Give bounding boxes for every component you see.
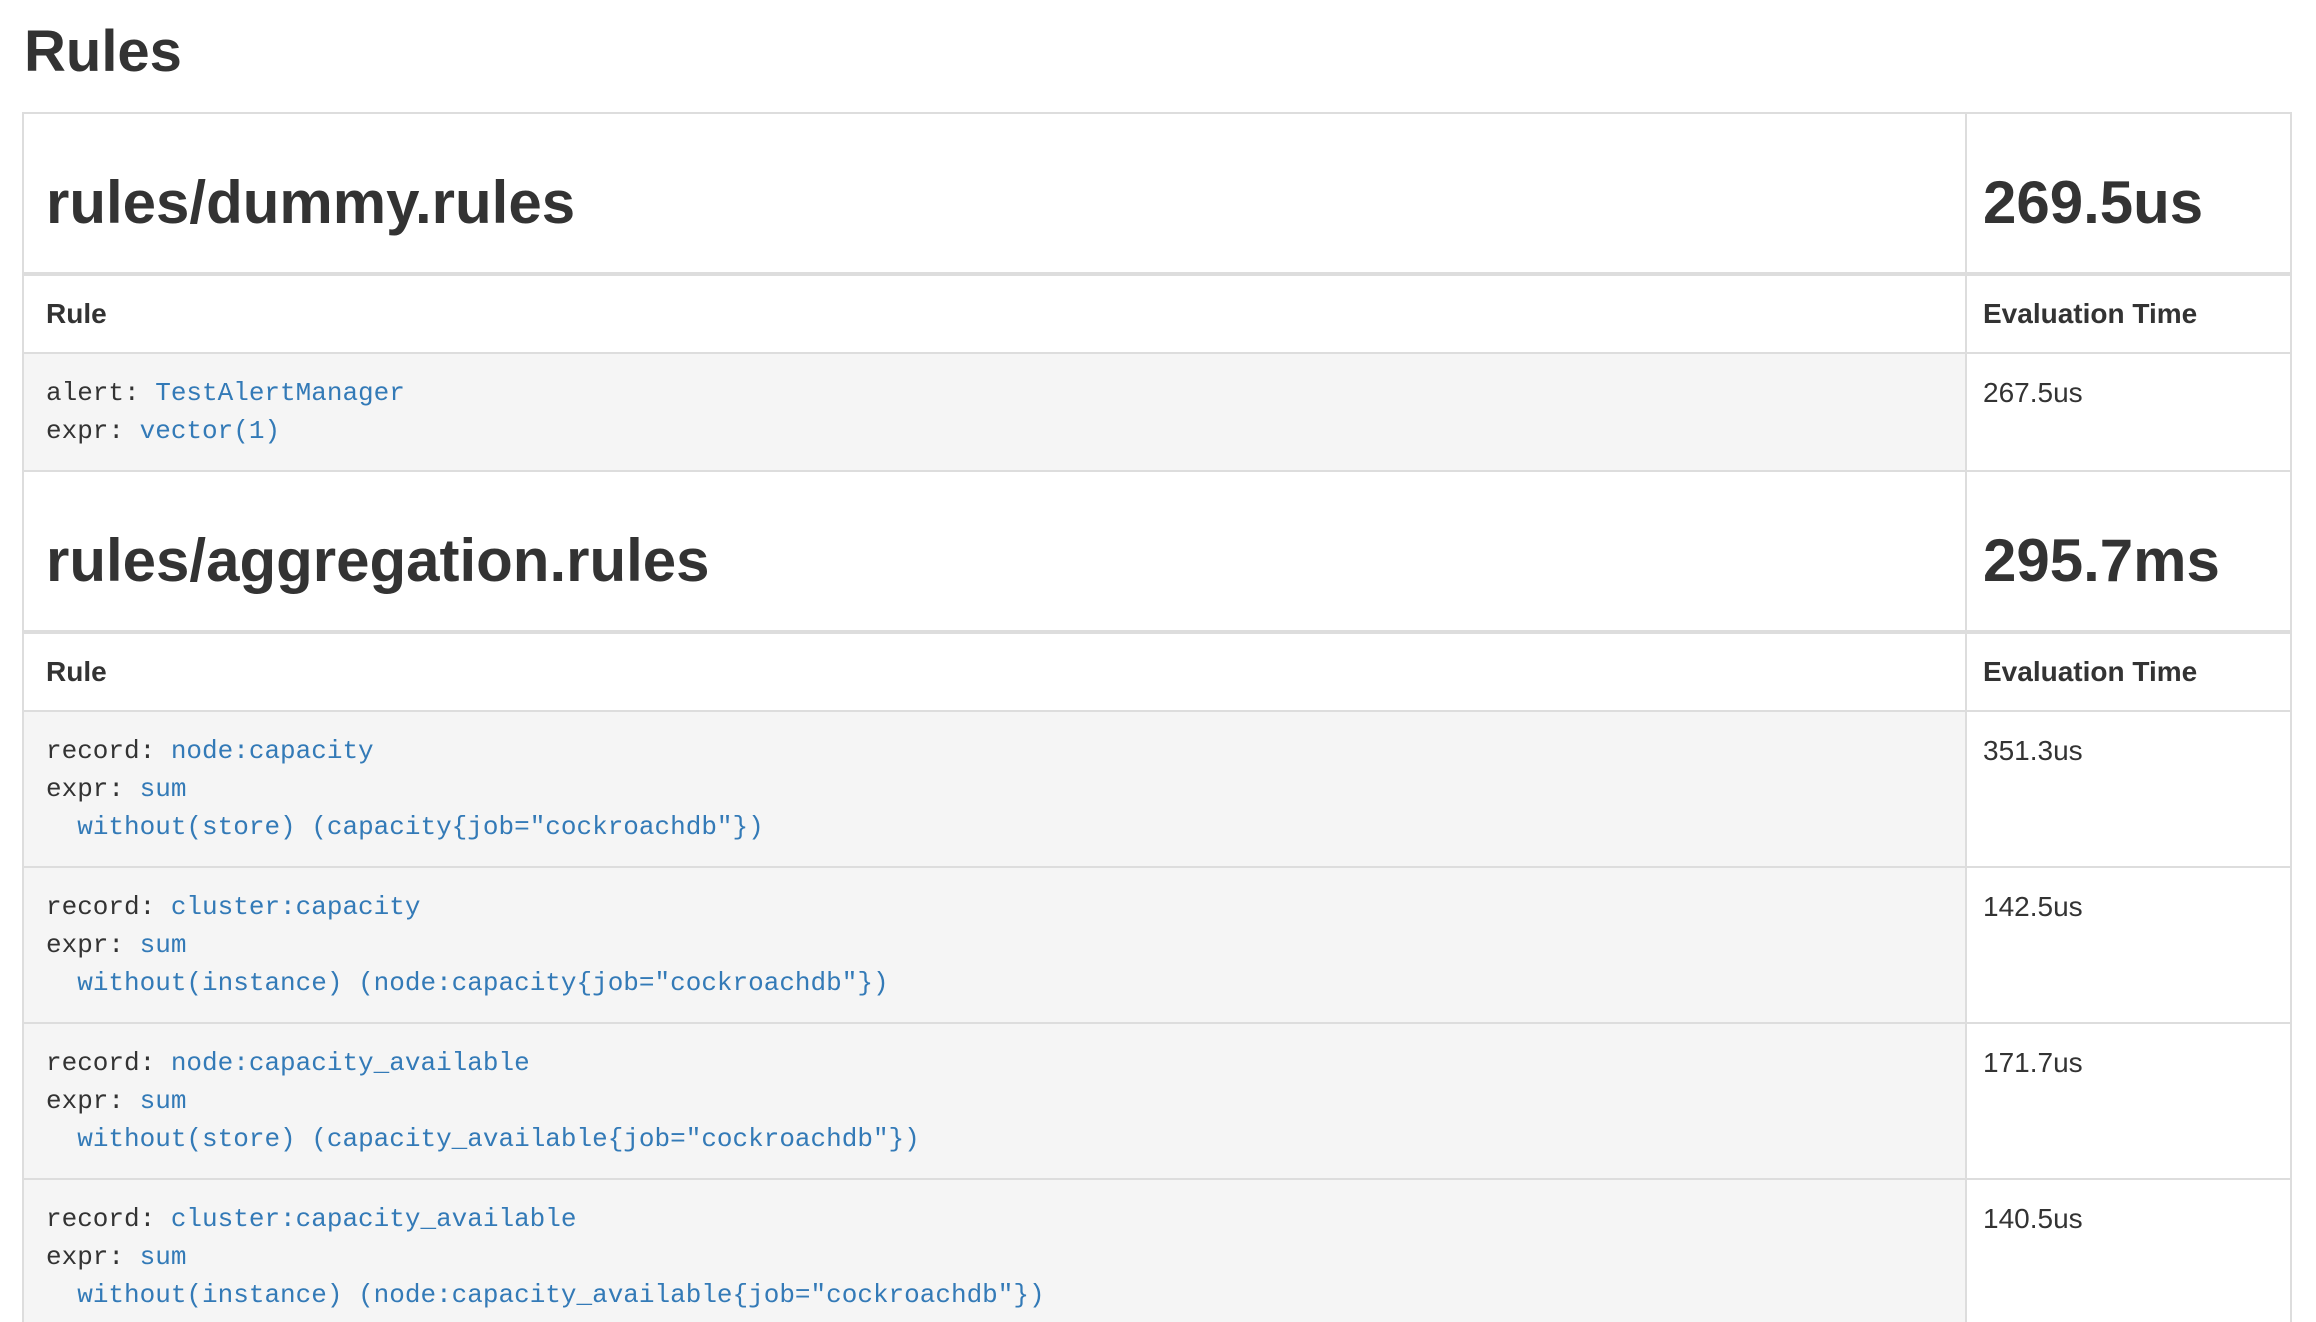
rule-group-evaluation-total: 295.7ms: [1983, 528, 2274, 594]
rule-keyword: [46, 968, 77, 998]
rule-group-evaluation-total: 269.5us: [1983, 170, 2274, 236]
rule-keyword: [46, 812, 77, 842]
column-header-row: Rule Evaluation Time: [23, 274, 2291, 353]
rule-expression-link[interactable]: cluster:capacity: [171, 892, 421, 922]
rule-group-file-name: rules/dummy.rules: [46, 170, 1943, 236]
rules-table: rules/dummy.rules 269.5us Rule Evaluatio…: [22, 112, 2292, 1322]
rule-evaluation-time: 351.3us: [1966, 711, 2291, 867]
rule-keyword: [46, 1124, 77, 1154]
rule-group-total-cell: 269.5us: [1966, 113, 2291, 274]
rule-definition-cell: record: node:capacity_available expr: su…: [23, 1023, 1966, 1179]
rule-keyword: [46, 1280, 77, 1310]
rule-keyword: expr:: [46, 1242, 140, 1272]
rule-expression-link[interactable]: sum: [140, 1242, 187, 1272]
rule-evaluation-time: 171.7us: [1966, 1023, 2291, 1179]
rule-group-file-name: rules/aggregation.rules: [46, 528, 1943, 594]
rule-row: record: node:capacity_available expr: su…: [23, 1023, 2291, 1179]
rule-definition-cell: record: cluster:capacity expr: sum witho…: [23, 867, 1966, 1023]
rule-row: alert: TestAlertManager expr: vector(1) …: [23, 353, 2291, 471]
column-header-row: Rule Evaluation Time: [23, 632, 2291, 711]
evaluation-time-column-header: Evaluation Time: [1966, 274, 2291, 353]
rule-keyword: record:: [46, 1048, 171, 1078]
rule-code: record: node:capacity expr: sum without(…: [46, 732, 1943, 846]
rule-group-file-cell: rules/dummy.rules: [23, 113, 1966, 274]
rule-evaluation-time: 140.5us: [1966, 1179, 2291, 1322]
rule-keyword: expr:: [46, 930, 140, 960]
rule-expression-link[interactable]: without(store) (capacity{job="cockroachd…: [77, 812, 764, 842]
rule-code: record: cluster:capacity_available expr:…: [46, 1200, 1943, 1314]
rule-expression-link[interactable]: TestAlertManager: [155, 378, 405, 408]
rule-column-header: Rule: [23, 632, 1966, 711]
rule-evaluation-time: 267.5us: [1966, 353, 2291, 471]
rule-expression-link[interactable]: node:capacity_available: [171, 1048, 530, 1078]
rule-row: record: cluster:capacity_available expr:…: [23, 1179, 2291, 1322]
rule-expression-link[interactable]: cluster:capacity_available: [171, 1204, 577, 1234]
rule-keyword: record:: [46, 892, 171, 922]
rules-table-body: rules/dummy.rules 269.5us Rule Evaluatio…: [23, 113, 2291, 1322]
rule-evaluation-time: 142.5us: [1966, 867, 2291, 1023]
rule-expression-link[interactable]: node:capacity: [171, 736, 374, 766]
rule-definition-cell: record: node:capacity expr: sum without(…: [23, 711, 1966, 867]
rule-expression-link[interactable]: sum: [140, 930, 187, 960]
rule-group-header-row: rules/dummy.rules 269.5us: [23, 113, 2291, 274]
rule-code: record: cluster:capacity expr: sum witho…: [46, 888, 1943, 1002]
rule-expression-link[interactable]: sum: [140, 774, 187, 804]
rule-code: alert: TestAlertManager expr: vector(1): [46, 374, 1943, 450]
page-title: Rules: [24, 20, 2290, 84]
rule-column-header: Rule: [23, 274, 1966, 353]
rule-group-file-cell: rules/aggregation.rules: [23, 471, 1966, 632]
rule-keyword: expr:: [46, 416, 140, 446]
rule-code: record: node:capacity_available expr: su…: [46, 1044, 1943, 1158]
rule-definition-cell: record: cluster:capacity_available expr:…: [23, 1179, 1966, 1322]
rule-expression-link[interactable]: vector(1): [140, 416, 280, 446]
rule-group-header-row: rules/aggregation.rules 295.7ms: [23, 471, 2291, 632]
rule-keyword: record:: [46, 736, 171, 766]
rule-expression-link[interactable]: without(instance) (node:capacity{job="co…: [77, 968, 888, 998]
rule-row: record: cluster:capacity expr: sum witho…: [23, 867, 2291, 1023]
rule-keyword: record:: [46, 1204, 171, 1234]
rule-expression-link[interactable]: without(store) (capacity_available{job="…: [77, 1124, 920, 1154]
rule-definition-cell: alert: TestAlertManager expr: vector(1): [23, 353, 1966, 471]
rule-expression-link[interactable]: without(instance) (node:capacity_availab…: [77, 1280, 1044, 1310]
rules-page: Rules rules/dummy.rules 269.5us Rule Eva…: [22, 20, 2290, 1322]
rule-keyword: alert:: [46, 378, 155, 408]
rule-keyword: expr:: [46, 774, 140, 804]
rule-row: record: node:capacity expr: sum without(…: [23, 711, 2291, 867]
rule-group-total-cell: 295.7ms: [1966, 471, 2291, 632]
rule-keyword: expr:: [46, 1086, 140, 1116]
evaluation-time-column-header: Evaluation Time: [1966, 632, 2291, 711]
rule-expression-link[interactable]: sum: [140, 1086, 187, 1116]
